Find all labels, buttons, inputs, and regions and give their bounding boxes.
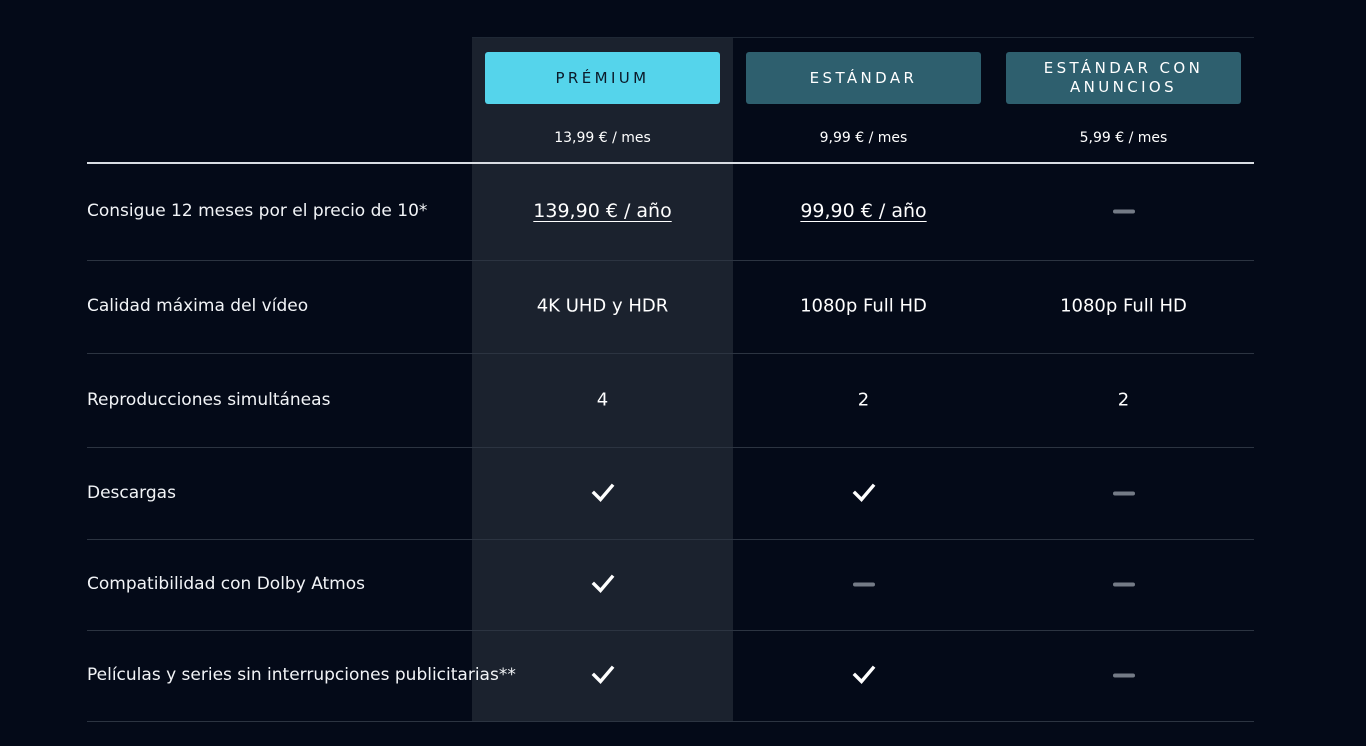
feature-label: Descargas [87, 483, 176, 503]
feature-label: Calidad máxima del vídeo [87, 296, 309, 316]
plan-button-premium[interactable]: PRÉMIUM [485, 52, 720, 104]
dash-icon [993, 201, 1254, 222]
dash-icon [993, 574, 1254, 595]
annual-price-link-premium[interactable]: 139,90 € / año [472, 200, 733, 222]
checkmark-icon [733, 665, 994, 685]
dash-icon [993, 483, 1254, 504]
plan-button-standard-with-ads[interactable]: ESTÁNDAR CON ANUNCIOS [1006, 52, 1241, 104]
plan-button-standard[interactable]: ESTÁNDAR [746, 52, 981, 104]
row-divider [87, 353, 1254, 354]
row-divider [87, 630, 1254, 631]
row-divider [87, 447, 1254, 448]
feature-value-premium: 4 [596, 389, 609, 411]
row-divider [87, 260, 1254, 261]
plan-price-premium: 13,99 € / mes [554, 130, 651, 146]
header-divider [87, 162, 1254, 164]
feature-value-standard-with-ads: 2 [1117, 389, 1130, 411]
row-divider [87, 721, 1254, 722]
feature-value-premium: 4K UHD y HDR [536, 295, 669, 317]
feature-value-standard: 2 [857, 389, 870, 411]
feature-value-standard: 1080p Full HD [800, 295, 927, 317]
feature-label: Consigue 12 meses por el precio de 10* [87, 201, 428, 221]
plan-comparison-table: PRÉMIUM ESTÁNDAR ESTÁNDAR CON ANUNCIOS 1… [0, 0, 1366, 746]
feature-label: Compatibilidad con Dolby Atmos [87, 574, 366, 594]
feature-label: Reproducciones simultáneas [87, 390, 331, 410]
table-top-border [472, 37, 1254, 38]
row-divider [87, 539, 1254, 540]
annual-price-link-standard[interactable]: 99,90 € / año [733, 200, 994, 222]
dash-icon [993, 665, 1254, 686]
checkmark-icon [472, 574, 733, 594]
dash-icon [733, 574, 994, 595]
feature-value-standard-with-ads: 1080p Full HD [1060, 295, 1187, 317]
feature-label: Películas y series sin interrupciones pu… [87, 665, 516, 685]
checkmark-icon [733, 483, 994, 503]
checkmark-icon [472, 483, 733, 503]
checkmark-icon [472, 665, 733, 685]
plan-price-standard-with-ads: 5,99 € / mes [1079, 130, 1168, 146]
plan-price-standard: 9,99 € / mes [819, 130, 908, 146]
